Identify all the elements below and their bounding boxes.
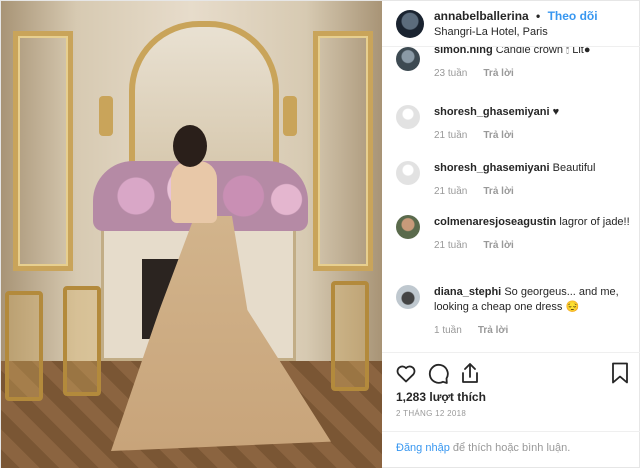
comment-info: 21 tuần Trả lời <box>434 238 630 253</box>
photo-panel-right <box>313 31 373 271</box>
commenter-avatar[interactable] <box>396 285 420 309</box>
post-actions: 1,283 lượt thích 2 THÁNG 12 2018 Đăng nh… <box>382 352 640 468</box>
comment-body: shoresh_ghasemiyani ♥ 21 tuần Trả lời <box>434 105 559 143</box>
instagram-post: annabelballerina • Theo dõi Shangri-La H… <box>0 0 640 468</box>
comment-info: 21 tuần Trả lời <box>434 184 595 199</box>
comment-username[interactable]: shoresh_ghasemiyani <box>434 162 550 174</box>
author-row: annabelballerina • Theo dõi <box>434 8 598 24</box>
follow-button[interactable]: Theo dõi <box>548 9 598 23</box>
comment-username[interactable]: diana_stephi <box>434 286 501 298</box>
comments-list: simon.hing Candle crown 🕯 Lit● 23 tuần T… <box>382 47 640 352</box>
comment-text: ♥ <box>552 106 560 118</box>
login-prompt: Đăng nhập để thích hoặc bình luận. <box>382 431 640 468</box>
comment-item: colmenaresjoseagustin lagror of jade!! 2… <box>396 215 632 253</box>
comment-text: Beautiful <box>552 162 596 174</box>
comment-content: shoresh_ghasemiyani ♥ <box>434 105 559 120</box>
reply-button[interactable]: Trả lời <box>483 184 513 199</box>
post-photo[interactable] <box>1 1 382 468</box>
heart-icon[interactable] <box>394 361 418 385</box>
reply-button[interactable]: Trả lời <box>478 323 508 338</box>
comment-age[interactable]: 21 tuần <box>434 238 467 253</box>
commenter-avatar[interactable] <box>396 215 420 239</box>
photo-chair-left <box>5 291 43 401</box>
action-icons <box>394 361 634 385</box>
photo-head <box>173 125 207 167</box>
comment-item: shoresh_ghasemiyani ♥ 21 tuần Trả lời <box>396 105 632 143</box>
comment-item: diana_stephi So georgeus... and me, look… <box>396 285 632 338</box>
comment-info: 23 tuần Trả lời <box>434 66 591 81</box>
comment-info: 1 tuần Trả lời <box>434 323 632 338</box>
comment-username[interactable]: simon.hing <box>434 47 493 56</box>
comment-text: Candle crown 🕯 Lit● <box>495 47 591 56</box>
photo-figure <box>171 161 217 223</box>
post-location[interactable]: Shangri-La Hotel, Paris <box>434 24 598 40</box>
share-icon[interactable] <box>458 361 482 385</box>
reply-button[interactable]: Trả lời <box>483 66 513 81</box>
post-meta: annabelballerina • Theo dõi Shangri-La H… <box>434 8 598 40</box>
comment-age[interactable]: 23 tuần <box>434 66 467 81</box>
comment-username[interactable]: shoresh_ghasemiyani <box>434 106 550 118</box>
photo-chair-right <box>331 281 369 391</box>
author-avatar[interactable] <box>396 9 424 38</box>
comment-text: lagror of jade!! <box>559 216 630 228</box>
comment-content: shoresh_ghasemiyani Beautiful <box>434 161 595 176</box>
comment-body: shoresh_ghasemiyani Beautiful 21 tuần Tr… <box>434 161 595 199</box>
comment-age[interactable]: 21 tuần <box>434 184 467 199</box>
login-prompt-text: để thích hoặc bình luận. <box>449 442 571 454</box>
comment-body: colmenaresjoseagustin lagror of jade!! 2… <box>434 215 630 253</box>
comment-body: diana_stephi So georgeus... and me, look… <box>434 285 632 338</box>
author-username[interactable]: annabelballerina <box>434 9 529 23</box>
comment-age[interactable]: 21 tuần <box>434 128 467 143</box>
comment-info: 21 tuần Trả lời <box>434 128 559 143</box>
separator-dot: • <box>536 8 541 23</box>
comment-age[interactable]: 1 tuần <box>434 323 462 338</box>
bookmark-icon[interactable] <box>608 361 632 385</box>
comment-icon[interactable] <box>426 361 450 385</box>
comment-content: simon.hing Candle crown 🕯 Lit● <box>434 47 591 58</box>
photo-sconce-left <box>99 96 113 136</box>
photo-sconce-right <box>283 96 297 136</box>
like-count[interactable]: 1,283 lượt thích <box>396 390 486 404</box>
comment-item: simon.hing Candle crown 🕯 Lit● 23 tuần T… <box>396 47 632 81</box>
comment-username[interactable]: colmenaresjoseagustin <box>434 216 556 228</box>
reply-button[interactable]: Trả lời <box>483 238 513 253</box>
comment-content: colmenaresjoseagustin lagror of jade!! <box>434 215 630 230</box>
commenter-avatar[interactable] <box>396 105 420 129</box>
photo-panel-left <box>13 31 73 271</box>
photo-chair-left-2 <box>63 286 101 396</box>
comment-content: diana_stephi So georgeus... and me, look… <box>434 285 632 315</box>
login-link[interactable]: Đăng nhập <box>396 442 450 454</box>
post-header: annabelballerina • Theo dõi Shangri-La H… <box>382 1 640 47</box>
commenter-avatar[interactable] <box>396 161 420 185</box>
post-date: 2 THÁNG 12 2018 <box>396 409 467 418</box>
commenter-avatar[interactable] <box>396 47 420 71</box>
comment-item: shoresh_ghasemiyani Beautiful 21 tuần Tr… <box>396 161 632 199</box>
reply-button[interactable]: Trả lời <box>483 128 513 143</box>
comment-body: simon.hing Candle crown 🕯 Lit● 23 tuần T… <box>434 47 591 81</box>
